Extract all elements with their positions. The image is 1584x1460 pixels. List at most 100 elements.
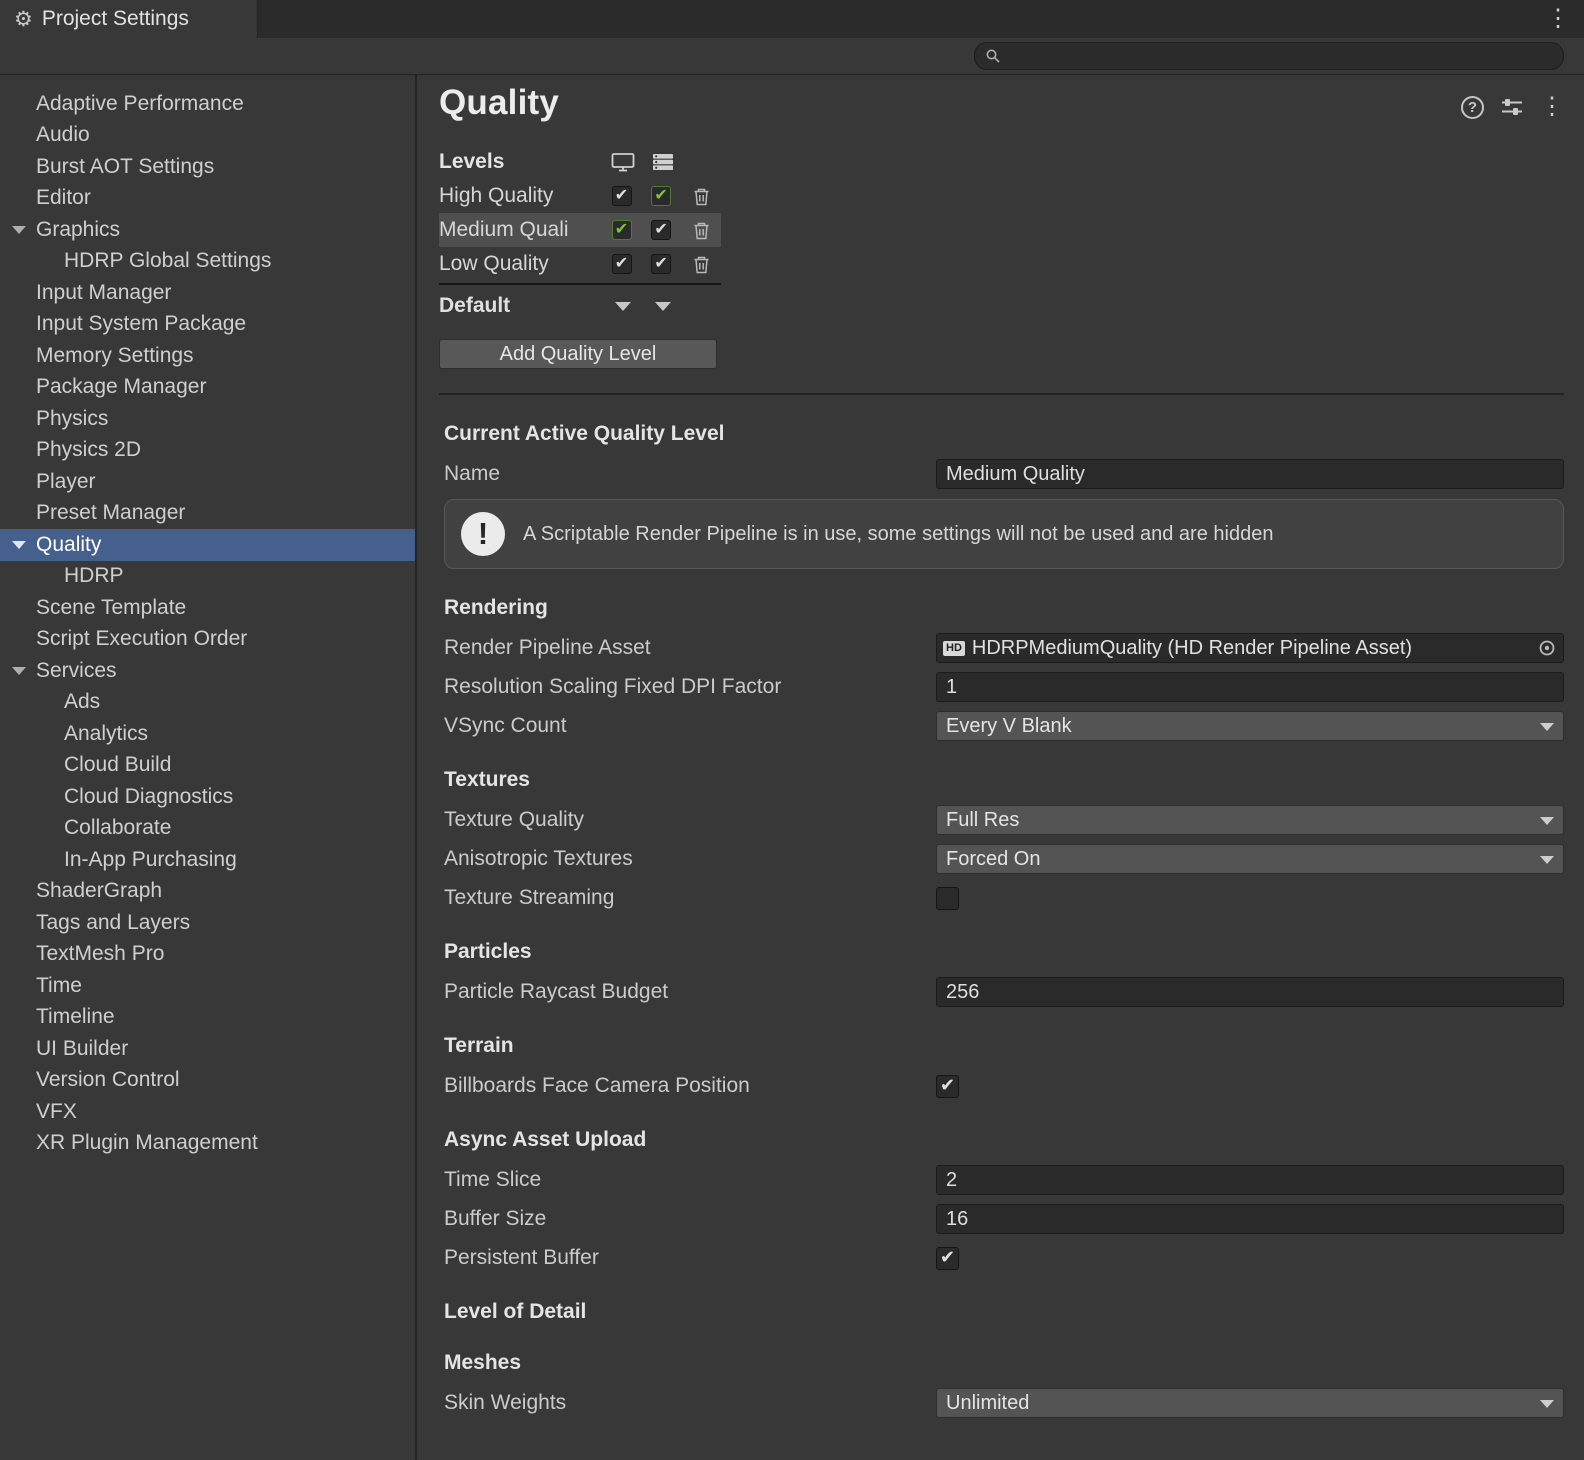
sidebar-item-collaborate[interactable]: Collaborate [0, 813, 415, 845]
sidebar-item-hdrp-global-settings[interactable]: HDRP Global Settings [0, 246, 415, 278]
render-pipeline-asset-field[interactable]: HD HDRPMediumQuality (HD Render Pipeline… [936, 633, 1564, 663]
sidebar-item-cloud-diagnostics[interactable]: Cloud Diagnostics [0, 781, 415, 813]
default-quality-checkbox[interactable] [651, 220, 671, 240]
skin-weights-row: Skin Weights Unlimited [444, 1388, 1564, 1418]
quality-level-row-high[interactable]: High Quality [439, 179, 721, 213]
section-header-level-of-detail: Level of Detail [444, 1300, 1564, 1324]
sidebar-item-hdrp[interactable]: HDRP [0, 561, 415, 593]
sidebar-item-editor[interactable]: Editor [0, 183, 415, 215]
help-icon[interactable]: ? [1461, 96, 1484, 119]
sidebar-item-physics[interactable]: Physics [0, 403, 415, 435]
name-label: Name [444, 462, 936, 486]
sidebar-item-version-control[interactable]: Version Control [0, 1065, 415, 1097]
default-label: Default [439, 294, 603, 318]
sidebar-item-tags-and-layers[interactable]: Tags and Layers [0, 907, 415, 939]
panel-header: Quality ? ⋮ [439, 83, 1564, 123]
warning-icon: ! [461, 512, 505, 556]
default-dropdown-icon[interactable] [655, 302, 671, 311]
quality-level-row-low[interactable]: Low Quality [439, 247, 721, 281]
sidebar-item-package-manager[interactable]: Package Manager [0, 372, 415, 404]
texture-quality-row: Texture Quality Full Res [444, 805, 1564, 835]
settings-sidebar: Adaptive Performance Audio Burst AOT Set… [0, 75, 417, 1460]
quality-levels-table: High Quality Medium Quali [439, 179, 721, 285]
sidebar-item-script-execution-order[interactable]: Script Execution Order [0, 624, 415, 656]
section-header-particles: Particles [444, 940, 1564, 964]
quality-settings-panel: Quality ? ⋮ Levels [417, 75, 1584, 1460]
sidebar-item-input-manager[interactable]: Input Manager [0, 277, 415, 309]
panel-menu-icon[interactable]: ⋮ [1540, 95, 1564, 119]
vsync-count-dropdown[interactable]: Every V Blank [936, 711, 1564, 741]
render-pipeline-asset-label: Render Pipeline Asset [444, 636, 936, 660]
window-menu-icon[interactable]: ⋮ [1546, 4, 1570, 33]
search-input[interactable] [1008, 46, 1553, 67]
preset-icon[interactable] [1500, 96, 1524, 118]
sidebar-item-memory-settings[interactable]: Memory Settings [0, 340, 415, 372]
titlebar: ⚙ Project Settings ⋮ [0, 0, 1584, 38]
sidebar-item-input-system-package[interactable]: Input System Package [0, 309, 415, 341]
billboards-face-camera-checkbox[interactable] [936, 1075, 959, 1098]
toolbar [0, 38, 1584, 75]
default-dropdown-icon[interactable] [615, 302, 631, 311]
object-picker-icon[interactable] [1538, 639, 1556, 663]
srp-info-text: A Scriptable Render Pipeline is in use, … [523, 523, 1273, 546]
sidebar-item-services[interactable]: Services [0, 655, 415, 687]
sidebar-item-timeline[interactable]: Timeline [0, 1002, 415, 1034]
sidebar-item-cloud-build[interactable]: Cloud Build [0, 750, 415, 782]
foldout-triangle-icon[interactable] [12, 667, 26, 675]
texture-streaming-checkbox[interactable] [936, 887, 959, 910]
sidebar-item-analytics[interactable]: Analytics [0, 718, 415, 750]
anisotropic-textures-dropdown[interactable]: Forced On [936, 844, 1564, 874]
sidebar-item-physics-2d[interactable]: Physics 2D [0, 435, 415, 467]
dpi-factor-label: Resolution Scaling Fixed DPI Factor [444, 675, 936, 699]
sidebar-item-player[interactable]: Player [0, 466, 415, 498]
hd-asset-icon: HD [943, 641, 965, 656]
add-quality-level-button[interactable]: Add Quality Level [439, 339, 717, 369]
sidebar-item-preset-manager[interactable]: Preset Manager [0, 498, 415, 530]
sidebar-item-ui-builder[interactable]: UI Builder [0, 1033, 415, 1065]
buffer-size-field[interactable]: 16 [936, 1204, 1564, 1234]
sidebar-item-vfx[interactable]: VFX [0, 1096, 415, 1128]
sidebar-item-time[interactable]: Time [0, 970, 415, 1002]
quality-name-field[interactable]: Medium Quality [936, 459, 1564, 489]
sidebar-item-audio[interactable]: Audio [0, 120, 415, 152]
foldout-triangle-icon[interactable] [12, 226, 26, 234]
sidebar-item-in-app-purchasing[interactable]: In-App Purchasing [0, 844, 415, 876]
particle-raycast-budget-row: Particle Raycast Budget 256 [444, 977, 1564, 1007]
default-quality-checkbox-green[interactable] [651, 186, 671, 206]
time-slice-field[interactable]: 2 [936, 1165, 1564, 1195]
sidebar-item-scene-template[interactable]: Scene Template [0, 592, 415, 624]
srp-info-box: ! A Scriptable Render Pipeline is in use… [444, 499, 1564, 569]
sidebar-item-quality[interactable]: Quality [0, 529, 415, 561]
texture-streaming-row: Texture Streaming [444, 883, 1564, 913]
foldout-triangle-icon[interactable] [12, 541, 26, 549]
default-quality-checkbox[interactable] [612, 254, 632, 274]
sidebar-item-shadergraph[interactable]: ShaderGraph [0, 876, 415, 908]
tab-project-settings[interactable]: ⚙ Project Settings [0, 0, 258, 38]
trash-icon[interactable] [681, 255, 721, 274]
sidebar-item-burst-aot-settings[interactable]: Burst AOT Settings [0, 151, 415, 183]
trash-icon[interactable] [681, 221, 721, 240]
section-header-terrain: Terrain [444, 1034, 1564, 1058]
page-title: Quality [439, 83, 559, 123]
persistent-buffer-checkbox[interactable] [936, 1247, 959, 1270]
particle-raycast-budget-field[interactable]: 256 [936, 977, 1564, 1007]
sidebar-item-xr-plugin-management[interactable]: XR Plugin Management [0, 1128, 415, 1160]
sidebar-item-graphics[interactable]: Graphics [0, 214, 415, 246]
default-quality-checkbox[interactable] [612, 186, 632, 206]
billboards-face-camera-label: Billboards Face Camera Position [444, 1074, 936, 1098]
sidebar-item-textmesh-pro[interactable]: TextMesh Pro [0, 939, 415, 971]
default-quality-checkbox-green[interactable] [612, 220, 632, 240]
trash-icon[interactable] [681, 187, 721, 206]
texture-quality-label: Texture Quality [444, 808, 936, 832]
skin-weights-dropdown[interactable]: Unlimited [936, 1388, 1564, 1418]
vsync-count-row: VSync Count Every V Blank [444, 711, 1564, 741]
buffer-size-row: Buffer Size 16 [444, 1204, 1564, 1234]
dpi-factor-field[interactable]: 1 [936, 672, 1564, 702]
sidebar-item-adaptive-performance[interactable]: Adaptive Performance [0, 88, 415, 120]
default-quality-checkbox[interactable] [651, 254, 671, 274]
quality-level-row-medium[interactable]: Medium Quali [439, 213, 721, 247]
persistent-buffer-row: Persistent Buffer [444, 1243, 1564, 1273]
texture-quality-dropdown[interactable]: Full Res [936, 805, 1564, 835]
sidebar-item-ads[interactable]: Ads [0, 687, 415, 719]
search-field[interactable] [974, 42, 1564, 70]
